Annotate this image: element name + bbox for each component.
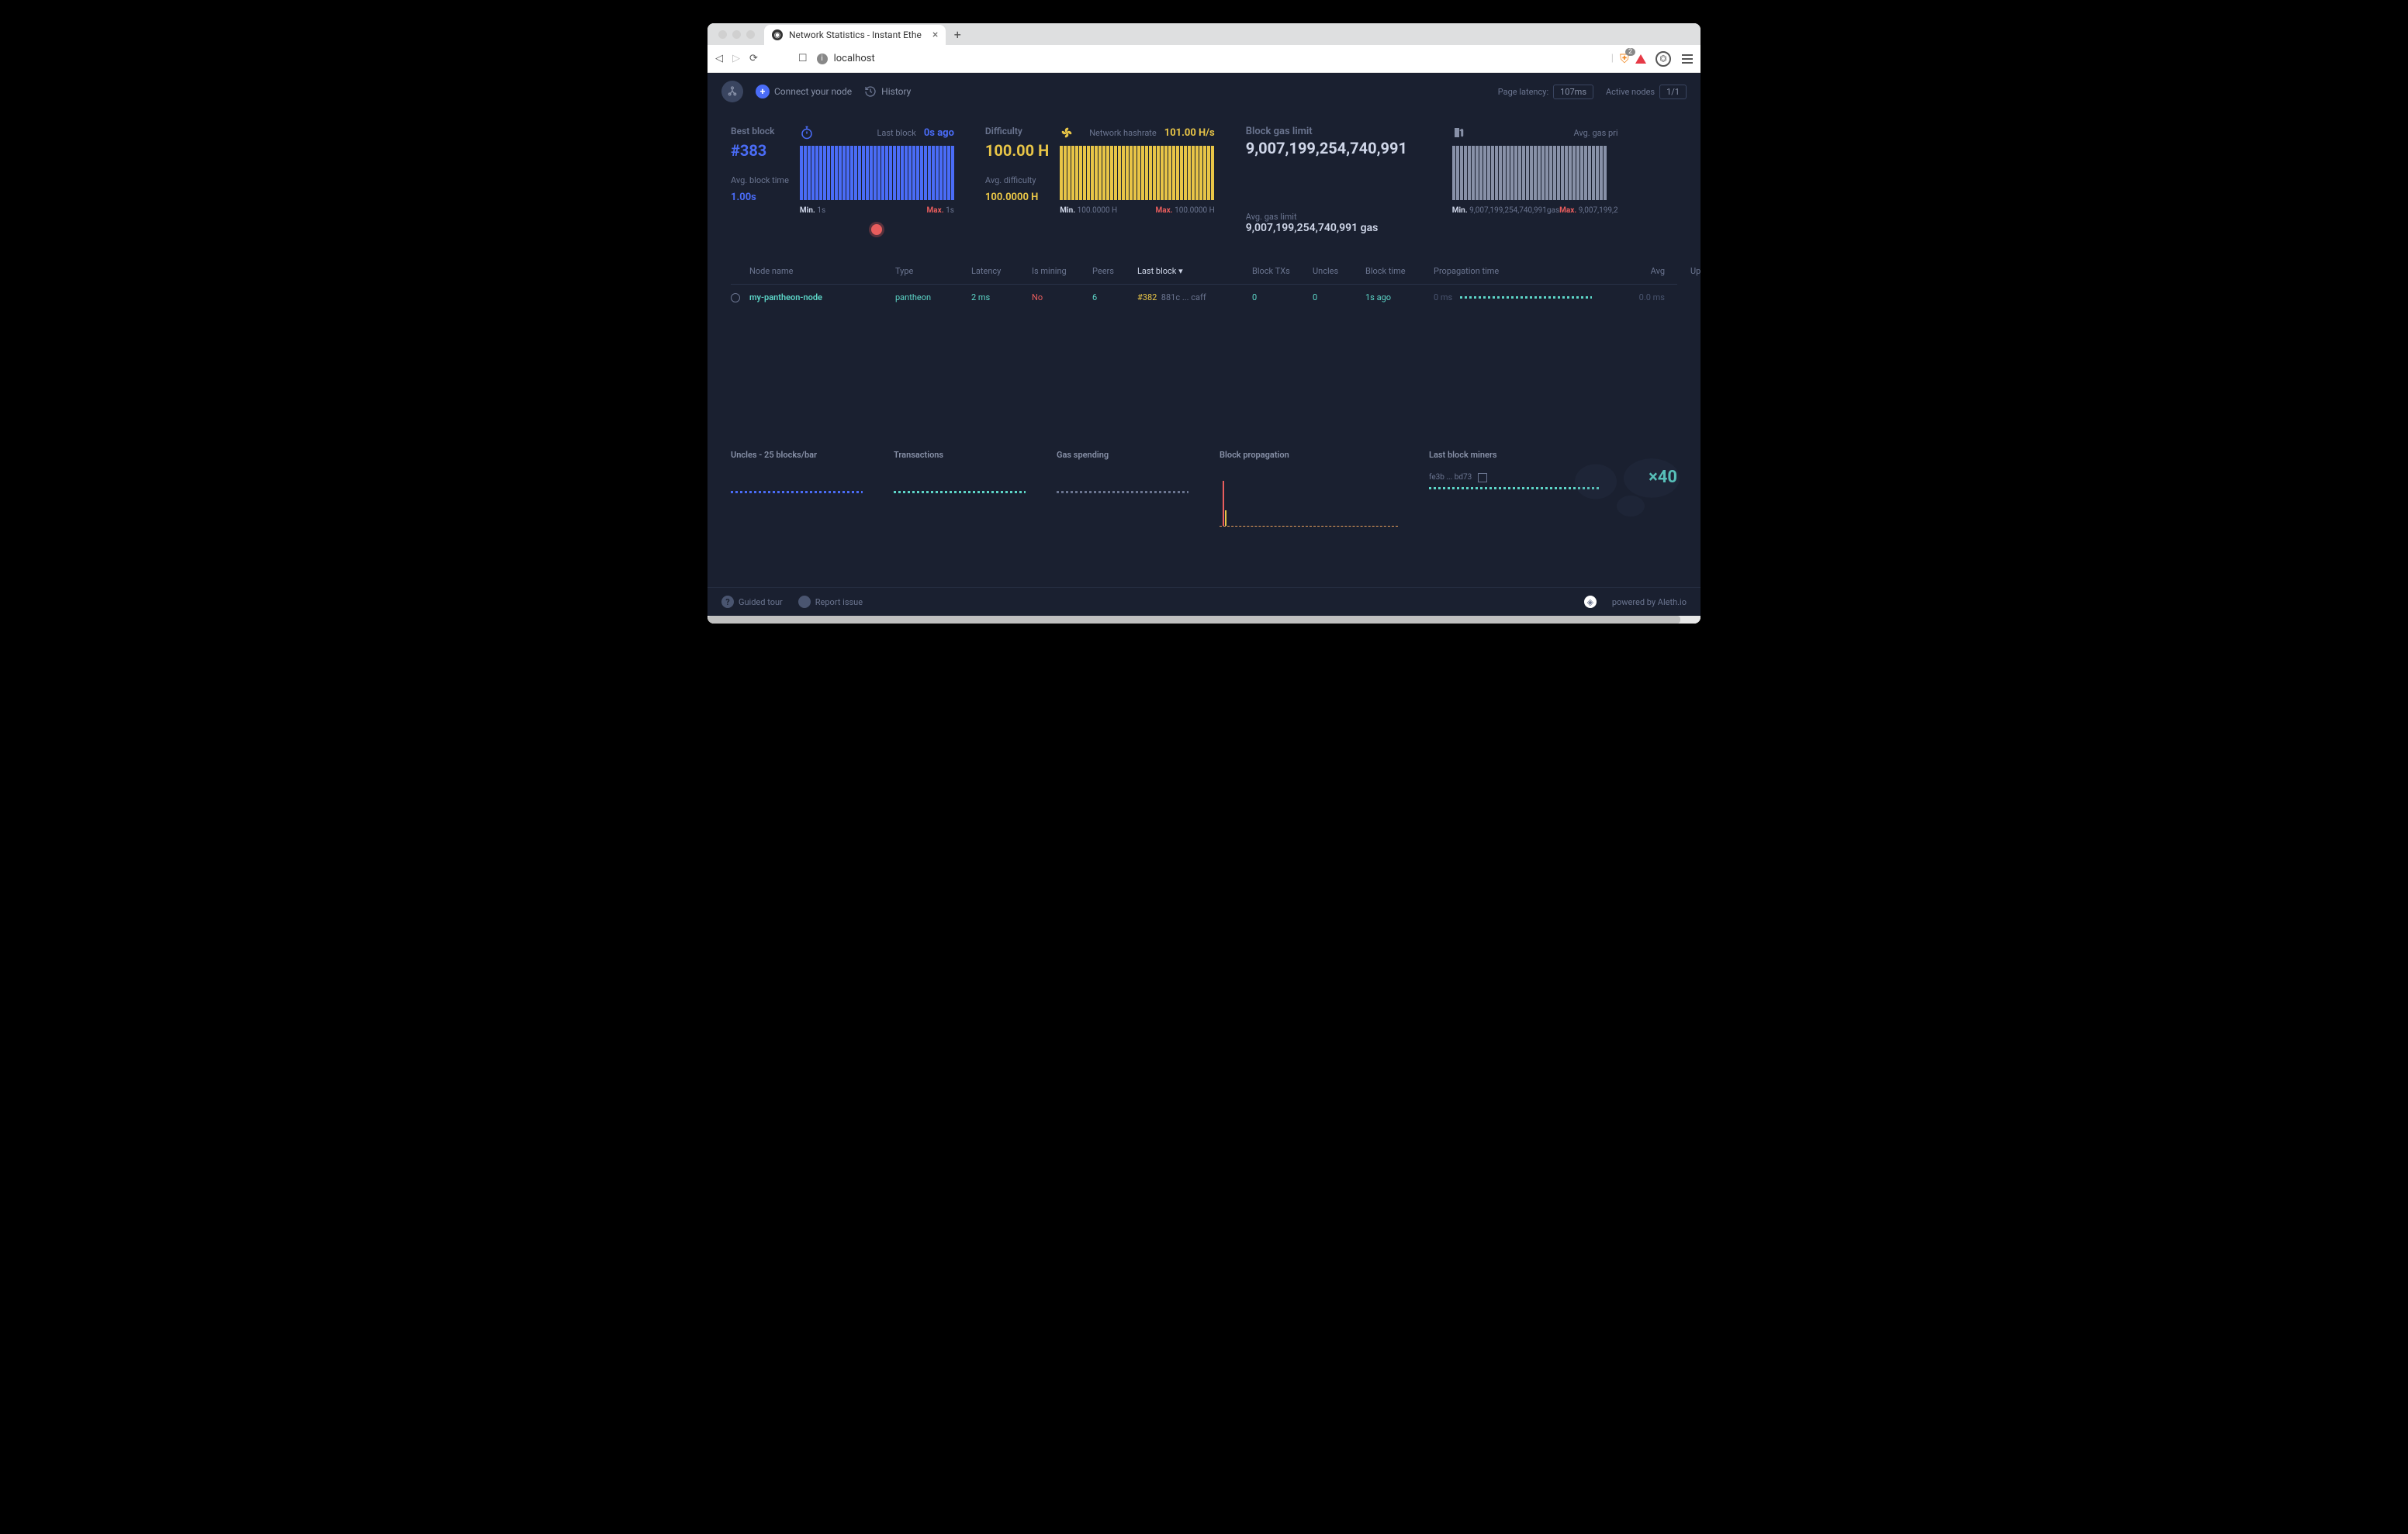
connect-node-button[interactable]: + Connect your node bbox=[756, 85, 852, 98]
fan-icon bbox=[1060, 126, 1074, 140]
record-icon bbox=[871, 224, 882, 235]
world-map-icon bbox=[1561, 450, 1700, 527]
app-footer: ? Guided tour Report issue ◈ powered by … bbox=[708, 587, 1700, 616]
app-logo-icon[interactable] bbox=[721, 81, 743, 102]
browser-toolbar: ◁ ▷ ⟳ ☐ i localhost | ⛨2 ⏣ bbox=[708, 45, 1700, 73]
table-header: Node name Type Latency Is mining Peers L… bbox=[731, 258, 1677, 285]
uncles-chart: Uncles - 25 blocks/bar bbox=[731, 450, 863, 527]
transactions-chart: Transactions bbox=[894, 450, 1026, 527]
stat-gas-limit: Block gas limit 9,007,199,254,740,991 Av… bbox=[1246, 126, 1417, 235]
browser-tab[interactable]: ◉ Network Statistics - Instant Ethe × bbox=[764, 25, 946, 45]
app-content: + Connect your node History Page latency… bbox=[708, 73, 1700, 616]
address-bar[interactable]: i localhost bbox=[817, 53, 1602, 64]
sort-last-block[interactable]: Last block ▾ bbox=[1137, 266, 1246, 276]
url-text: localhost bbox=[834, 53, 875, 64]
powered-by[interactable]: powered by Aleth.io bbox=[1612, 597, 1687, 607]
site-info-icon[interactable]: i bbox=[817, 54, 828, 64]
brave-icon[interactable] bbox=[1635, 54, 1646, 64]
guided-tour-button[interactable]: ? Guided tour bbox=[721, 596, 783, 608]
profile-icon[interactable]: ⏣ bbox=[1656, 51, 1671, 67]
gas-price-chart bbox=[1452, 146, 1618, 200]
horizontal-scrollbar[interactable] bbox=[708, 616, 1700, 624]
browser-window: ◉ Network Statistics - Instant Ethe × + … bbox=[708, 23, 1700, 624]
copy-icon[interactable] bbox=[1478, 473, 1487, 482]
forward-button[interactable]: ▷ bbox=[732, 53, 740, 64]
reload-button[interactable]: ⟳ bbox=[749, 53, 758, 64]
bookmark-icon[interactable]: ☐ bbox=[798, 53, 808, 64]
shield-icon[interactable]: ⛨2 bbox=[1620, 51, 1629, 67]
favicon-icon: ◉ bbox=[772, 29, 783, 40]
difficulty-chart bbox=[1060, 146, 1215, 200]
app-header: + Connect your node History Page latency… bbox=[708, 73, 1700, 110]
stat-gas-price: Avg. gas pri Min. 9,007,199,254,740,991g… bbox=[1452, 126, 1618, 235]
help-icon: ? bbox=[721, 596, 734, 608]
block-propagation-chart: Block propagation bbox=[1220, 450, 1398, 527]
menu-icon[interactable] bbox=[1682, 54, 1693, 64]
stat-best-block: Best block #383 Avg. block time 1.00s La… bbox=[731, 126, 954, 235]
github-icon bbox=[798, 596, 811, 608]
bottom-charts: Uncles - 25 blocks/bar Transactions Gas … bbox=[708, 310, 1700, 542]
close-tab-icon[interactable]: × bbox=[932, 29, 938, 41]
titlebar: ◉ Network Statistics - Instant Ethe × + bbox=[708, 23, 1700, 45]
propagation-sparkline bbox=[1460, 296, 1592, 299]
tab-title: Network Statistics - Instant Ethe bbox=[789, 29, 922, 40]
node-status-icon bbox=[731, 293, 740, 302]
last-block-miners: Last block miners fe3b ... bd73 ×40 bbox=[1429, 450, 1677, 527]
page-latency: Page latency: 107ms bbox=[1498, 85, 1593, 99]
history-button[interactable]: History bbox=[864, 85, 911, 98]
nodes-table: Node name Type Latency Is mining Peers L… bbox=[708, 250, 1700, 310]
back-button[interactable]: ◁ bbox=[715, 53, 723, 64]
window-controls[interactable] bbox=[714, 30, 759, 45]
stat-difficulty: Difficulty 100.00 H Avg. difficulty 100.… bbox=[985, 126, 1215, 235]
report-issue-button[interactable]: Report issue bbox=[798, 596, 863, 608]
stopwatch-icon bbox=[800, 126, 814, 140]
active-nodes: Active nodes 1/1 bbox=[1606, 85, 1687, 99]
new-tab-button[interactable]: + bbox=[949, 27, 966, 45]
table-row[interactable]: my-pantheon-node pantheon 2 ms No 6 #382… bbox=[731, 285, 1677, 310]
gas-pump-icon bbox=[1452, 126, 1466, 140]
stats-row: Best block #383 Avg. block time 1.00s La… bbox=[708, 110, 1700, 250]
plus-icon: + bbox=[756, 85, 770, 98]
history-icon bbox=[864, 85, 877, 98]
aleth-icon: ◈ bbox=[1584, 596, 1597, 608]
gas-spending-chart: Gas spending bbox=[1057, 450, 1188, 527]
block-time-chart bbox=[800, 146, 954, 200]
